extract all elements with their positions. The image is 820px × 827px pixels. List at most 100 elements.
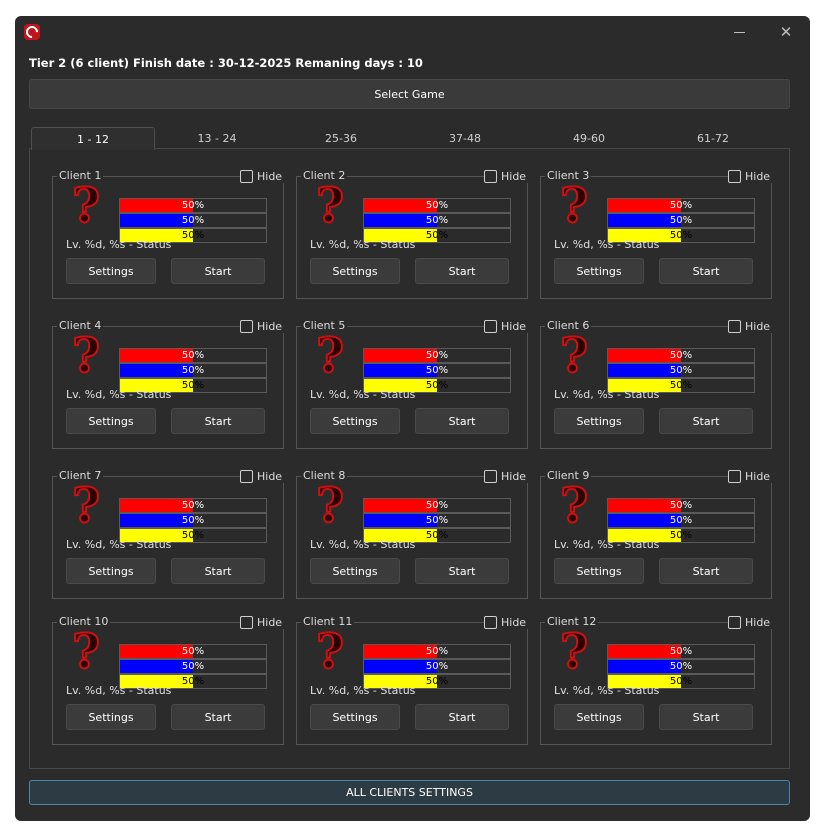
client-settings-button[interactable]: Settings — [66, 558, 156, 584]
tab-6[interactable]: 61-72 — [651, 127, 775, 149]
hide-toggle[interactable]: Hide — [240, 469, 285, 483]
subscription-status-line: Tier 2 (6 client) Finish date : 30-12-20… — [29, 56, 423, 70]
start-label: Start — [692, 710, 720, 724]
hide-toggle[interactable]: Hide — [484, 615, 529, 629]
tab-4[interactable]: 37-48 — [403, 127, 527, 149]
client-settings-button[interactable]: Settings — [66, 704, 156, 730]
question-mark-icon: ? — [559, 478, 589, 534]
hide-checkbox[interactable] — [240, 169, 253, 183]
client-start-button[interactable]: Start — [171, 704, 265, 730]
hide-checkbox[interactable] — [240, 319, 253, 333]
hide-toggle[interactable]: Hide — [728, 319, 773, 333]
client-status-text: Lv. %d, %s - Status — [310, 684, 416, 697]
red-progress-bar: 50% — [119, 348, 267, 363]
hide-toggle[interactable]: Hide — [728, 469, 773, 483]
client-start-button[interactable]: Start — [659, 558, 753, 584]
hide-checkbox[interactable] — [484, 169, 497, 183]
tab-2[interactable]: 13 - 24 — [155, 127, 279, 149]
tab-5[interactable]: 49-60 — [527, 127, 651, 149]
client-settings-button[interactable]: Settings — [554, 258, 644, 284]
progress-text: 50% — [425, 661, 449, 672]
settings-label: Settings — [332, 414, 378, 428]
hide-checkbox[interactable] — [728, 319, 741, 333]
question-mark-icon: ? — [315, 478, 345, 534]
progress-text: 50% — [181, 661, 205, 672]
tab-label: 25-36 — [325, 131, 357, 145]
tab-1[interactable]: 1 - 12 — [31, 127, 155, 150]
client-settings-button[interactable]: Settings — [554, 704, 644, 730]
client-start-button[interactable]: Start — [415, 408, 509, 434]
client-start-button[interactable]: Start — [171, 258, 265, 284]
client-start-button[interactable]: Start — [171, 558, 265, 584]
client-status-text: Lv. %d, %s - Status — [310, 538, 416, 551]
client-settings-button[interactable]: Settings — [554, 558, 644, 584]
client-settings-button[interactable]: Settings — [310, 558, 400, 584]
minimize-button[interactable] — [725, 22, 753, 42]
hide-toggle[interactable]: Hide — [484, 169, 529, 183]
hide-toggle[interactable]: Hide — [240, 615, 285, 629]
client-settings-button[interactable]: Settings — [66, 408, 156, 434]
hide-checkbox[interactable] — [484, 615, 497, 629]
progress-text: 50% — [425, 365, 449, 376]
progress-text: 50% — [181, 515, 205, 526]
question-mark-icon: ? — [315, 624, 345, 680]
client-settings-button[interactable]: Settings — [554, 408, 644, 434]
start-label: Start — [448, 414, 476, 428]
start-label: Start — [204, 564, 232, 578]
start-label: Start — [204, 710, 232, 724]
settings-label: Settings — [576, 414, 622, 428]
all-clients-settings-button[interactable]: ALL CLIENTS SETTINGS — [29, 780, 790, 805]
client-start-button[interactable]: Start — [659, 258, 753, 284]
client-start-button[interactable]: Start — [415, 258, 509, 284]
app-logo-icon — [23, 23, 41, 41]
hide-label: Hide — [745, 469, 771, 483]
client-status-text: Lv. %d, %s - Status — [554, 388, 660, 401]
hide-checkbox[interactable] — [240, 469, 253, 483]
hide-toggle[interactable]: Hide — [240, 169, 285, 183]
red-progress-bar: 50% — [119, 498, 267, 513]
select-game-button[interactable]: Select Game — [29, 79, 790, 109]
progress-text: 50% — [181, 200, 205, 211]
red-progress-bar: 50% — [607, 644, 755, 659]
blue-progress-bar: 50% — [607, 363, 755, 378]
settings-label: Settings — [88, 564, 134, 578]
hide-checkbox[interactable] — [484, 469, 497, 483]
hide-toggle[interactable]: Hide — [728, 615, 773, 629]
client-start-button[interactable]: Start — [659, 704, 753, 730]
blue-progress-bar: 50% — [363, 513, 511, 528]
hide-checkbox[interactable] — [728, 615, 741, 629]
settings-label: Settings — [88, 414, 134, 428]
client-settings-button[interactable]: Settings — [66, 258, 156, 284]
question-mark-icon: ? — [315, 328, 345, 384]
hide-toggle[interactable]: Hide — [484, 469, 529, 483]
hide-toggle[interactable]: Hide — [728, 169, 773, 183]
client-status-text: Lv. %d, %s - Status — [310, 388, 416, 401]
client-settings-button[interactable]: Settings — [310, 704, 400, 730]
client-group: Client 10 Hide? 50% 50% 50% Lv. %d, %s - Stat… — [52, 615, 285, 745]
hide-toggle[interactable]: Hide — [240, 319, 285, 333]
tab-3[interactable]: 25-36 — [279, 127, 403, 149]
hide-toggle[interactable]: Hide — [484, 319, 529, 333]
select-game-label: Select Game — [374, 87, 445, 101]
close-button[interactable]: ✕ — [772, 22, 800, 42]
blue-progress-bar: 50% — [363, 363, 511, 378]
client-start-button[interactable]: Start — [415, 704, 509, 730]
hide-checkbox[interactable] — [728, 169, 741, 183]
tab-label: 13 - 24 — [197, 131, 237, 145]
red-progress-bar: 50% — [119, 198, 267, 213]
hide-checkbox[interactable] — [728, 469, 741, 483]
progress-text: 50% — [669, 515, 693, 526]
client-start-button[interactable]: Start — [171, 408, 265, 434]
hide-checkbox[interactable] — [240, 615, 253, 629]
client-group: Client 8 Hide? 50% 50% 50% Lv. %d, %s - Statu… — [296, 469, 529, 599]
hide-checkbox[interactable] — [484, 319, 497, 333]
progress-text: 50% — [181, 365, 205, 376]
red-progress-bar: 50% — [363, 644, 511, 659]
red-progress-bar: 50% — [607, 498, 755, 513]
settings-label: Settings — [332, 264, 378, 278]
client-group: Client 12 Hide? 50% 50% 50% Lv. %d, %s - Stat… — [540, 615, 773, 745]
client-start-button[interactable]: Start — [415, 558, 509, 584]
client-start-button[interactable]: Start — [659, 408, 753, 434]
client-settings-button[interactable]: Settings — [310, 408, 400, 434]
client-settings-button[interactable]: Settings — [310, 258, 400, 284]
